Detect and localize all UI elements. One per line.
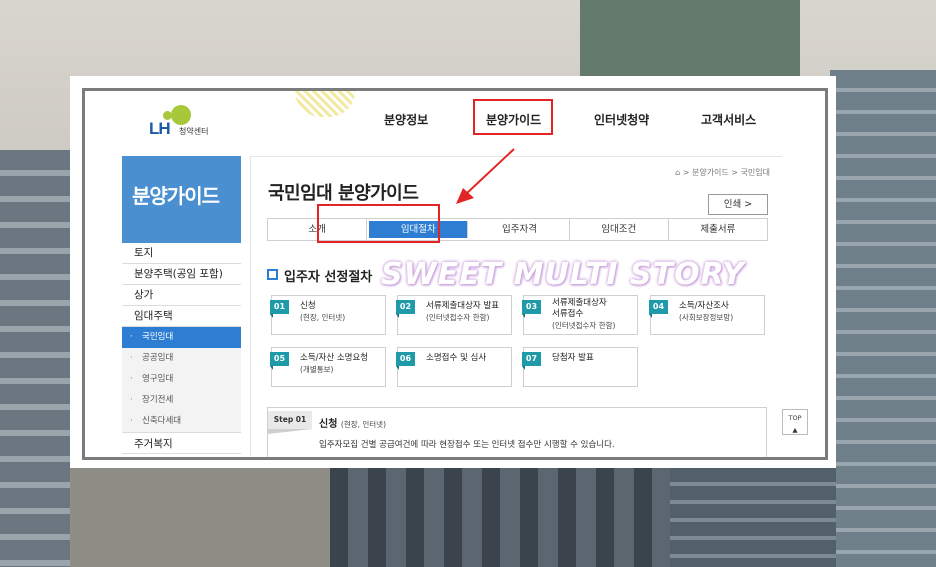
annotation-box-tab: [317, 204, 440, 243]
screenshot-frame: LH 청약센터 분양정보 분양가이드 인터넷청약 고객서비스 분양가이드 토지 …: [70, 76, 836, 468]
browser-screen: LH 청약센터 분양정보 분양가이드 인터넷청약 고객서비스 분양가이드 토지 …: [82, 88, 828, 460]
annotation-arrow: [456, 148, 515, 204]
